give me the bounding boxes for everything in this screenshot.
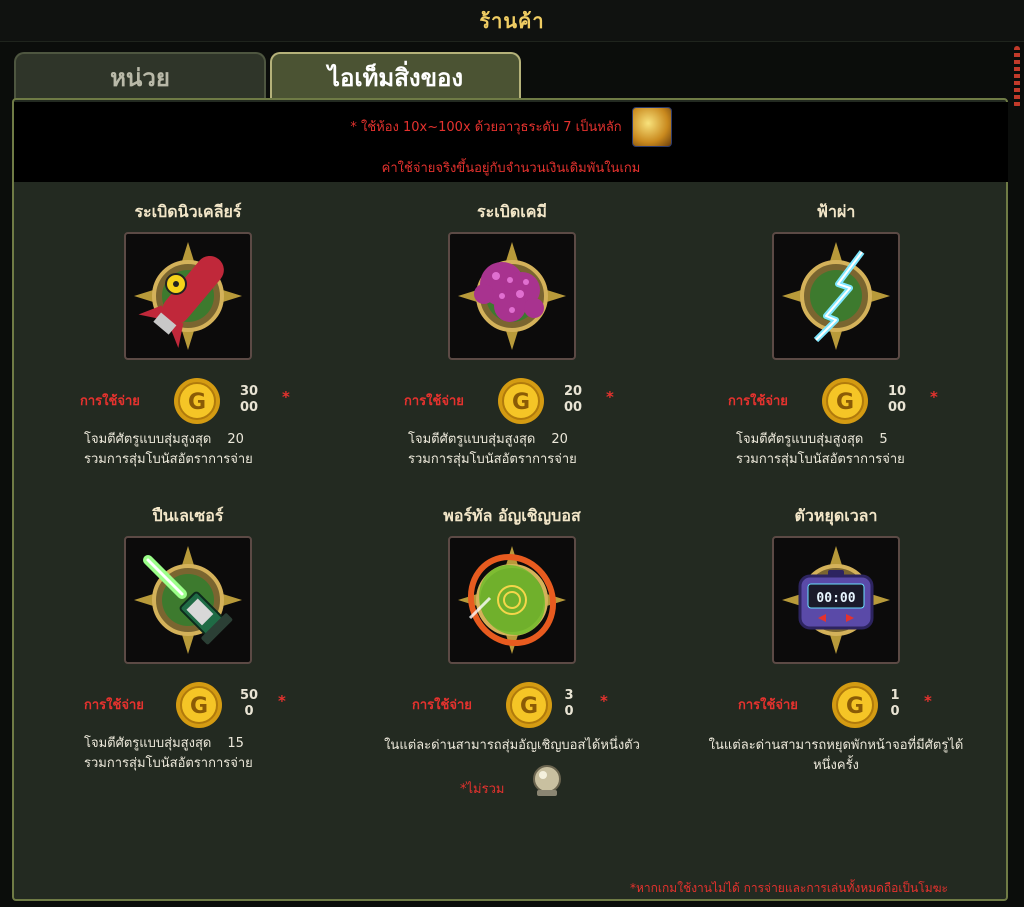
svg-text:G: G xyxy=(846,694,864,719)
tab-items[interactable]: ไอเท็มสิ่งของ xyxy=(270,52,521,100)
desc-line-1: โจมตีศัตรูแบบสุ่มสูงสุด xyxy=(408,432,536,447)
time-stopper-icon[interactable]: 00:00 xyxy=(772,536,900,664)
svg-text:G: G xyxy=(836,390,854,415)
item-description: โจมตีศัตรูแบบสุ่มสูงสุด 20 รวมการสุ่มโบนั… xyxy=(84,430,253,470)
title-bar: ร้านค้า xyxy=(0,0,1024,42)
desc-line-2: รวมการสุ่มโบนัสอัตราการจ่าย xyxy=(84,756,253,771)
nuke-missile-icon[interactable] xyxy=(124,232,252,360)
svg-text:G: G xyxy=(190,694,208,719)
cost-label: การใช้จ่าย xyxy=(404,394,464,409)
desc-line-1: โจมตีศัตรูแบบสุ่มสูงสุด xyxy=(84,432,212,447)
item-description: โจมตีศัตรูแบบสุ่มสูงสุด 15 รวมการสุ่มโบนั… xyxy=(84,734,253,774)
item-name: ตัวหยุดเวลา xyxy=(794,506,878,525)
laser-gun-icon[interactable] xyxy=(124,536,252,664)
svg-text:G: G xyxy=(520,694,538,719)
desc-line-1: ในแต่ละด่านสามารถสุ่มอัญเชิญบอสได้หนึ่งต… xyxy=(384,738,640,753)
item-name: ปืนเลเซอร์ xyxy=(152,506,224,525)
item-price: 2000 xyxy=(563,384,583,415)
notice-banner: * ใช้ห้อง 10x~100x ด้วยอาวุธระดับ 7 เป็น… xyxy=(14,102,1008,182)
notice-line-2: ค่าใช้จ่ายจริงขึ้นอยู่กับจำนวนเงินเดิมพั… xyxy=(381,160,641,176)
treasure-chest-icon xyxy=(631,106,672,147)
gold-coin-icon: G xyxy=(498,378,544,424)
max-targets: 15 xyxy=(227,736,244,751)
cost-label: การใช้จ่าย xyxy=(728,394,788,409)
desc-line-2: รวมการสุ่มโบนัสอัตราการจ่าย xyxy=(84,452,253,467)
timer-display: 00:00 xyxy=(816,591,855,606)
item-price: 30 xyxy=(564,688,574,719)
item-price: 500 xyxy=(239,688,259,719)
svg-text:G: G xyxy=(512,390,530,415)
window-title: ร้านค้า xyxy=(479,8,545,33)
item-name: ฟ้าผ่า xyxy=(816,202,856,221)
desc-line-1: โจมตีศัตรูแบบสุ่มสูงสุด xyxy=(84,736,212,751)
excluded-note: *ไม่รวม xyxy=(460,782,505,797)
gold-coin-icon: G xyxy=(832,682,878,728)
cost-label: การใช้จ่าย xyxy=(84,698,144,713)
item-name: พอร์ทัล อัญเชิญบอส xyxy=(443,506,581,525)
item-card-time-stopper[interactable]: ตัวหยุดเวลา 00:00 การใช้จ่าย G 10 * ในแต… xyxy=(686,504,986,804)
item-price: 10 xyxy=(890,688,900,719)
cost-label: การใช้จ่าย xyxy=(80,394,140,409)
gold-coin-icon: G xyxy=(176,682,222,728)
item-price: 3000 xyxy=(239,384,259,415)
notice-line-1: * ใช้ห้อง 10x~100x ด้วยอาวุธระดับ 7 เป็น… xyxy=(350,120,622,135)
tab-units[interactable]: หน่วย xyxy=(14,52,266,100)
price-note-star: * xyxy=(606,388,614,406)
cost-label: การใช้จ่าย xyxy=(412,698,472,713)
price-note-star: * xyxy=(600,692,608,710)
item-description: โจมตีศัตรูแบบสุ่มสูงสุด 20 รวมการสุ่มโบนั… xyxy=(408,430,577,470)
gold-coin-icon: G xyxy=(174,378,220,424)
svg-text:G: G xyxy=(188,390,206,415)
item-name: ระเบิดนิวเคลียร์ xyxy=(134,202,242,221)
desc-line-2: หนึ่งครั้ง xyxy=(813,758,859,773)
item-price: 1000 xyxy=(887,384,907,415)
max-targets: 20 xyxy=(551,432,568,447)
chemical-bomb-icon[interactable] xyxy=(448,232,576,360)
portal-icon[interactable] xyxy=(448,536,576,664)
item-card-chemical[interactable]: ระเบิดเคมี การใช้จ่าย G 2000 * โจมตีศัตร… xyxy=(362,200,662,500)
gold-coin-icon: G xyxy=(822,378,868,424)
max-targets: 5 xyxy=(879,432,888,447)
price-note-star: * xyxy=(282,388,290,406)
max-targets: 20 xyxy=(227,432,244,447)
desc-line-1: โจมตีศัตรูแบบสุ่มสูงสุด xyxy=(736,432,864,447)
footnote: *หากเกมใช้งานไม่ได้ การจ่ายและการเล่นทั้… xyxy=(630,881,948,895)
price-note-star: * xyxy=(924,692,932,710)
price-note-star: * xyxy=(930,388,938,406)
scrollbar[interactable] xyxy=(1014,46,1020,108)
cost-label: การใช้จ่าย xyxy=(738,698,798,713)
desc-line-2: รวมการสุ่มโบนัสอัตราการจ่าย xyxy=(736,452,905,467)
item-card-laser[interactable]: ปืนเลเซอร์ การใช้จ่าย G 500 * โจมตีศัตรู… xyxy=(38,504,338,804)
price-note-star: * xyxy=(278,692,286,710)
item-description: ในแต่ละด่านสามารถสุ่มอัญเชิญบอสได้หนึ่งต… xyxy=(362,736,662,756)
item-card-lightning[interactable]: ฟ้าผ่า การใช้จ่าย G 1000 * โจมตีศัตรูแบบ… xyxy=(686,200,986,500)
item-description: โจมตีศัตรูแบบสุ่มสูงสุด 5 รวมการสุ่มโบนัส… xyxy=(736,430,905,470)
lightning-icon[interactable] xyxy=(772,232,900,360)
item-name: ระเบิดเคมี xyxy=(477,202,547,221)
item-card-portal[interactable]: พอร์ทัล อัญเชิญบอส การใช้จ่าย G 30 * ในแ… xyxy=(362,504,662,804)
boss-orb-icon xyxy=(533,765,561,796)
desc-line-2: รวมการสุ่มโบนัสอัตราการจ่าย xyxy=(408,452,577,467)
item-description: ในแต่ละด่านสามารถหยุดพักหน้าจอที่มีศัตรู… xyxy=(686,736,986,776)
gold-coin-icon: G xyxy=(506,682,552,728)
item-card-nuke[interactable]: ระเบิดนิวเคลียร์ การใช้จ่าย G 3000 * โจม… xyxy=(38,200,338,500)
desc-line-1: ในแต่ละด่านสามารถหยุดพักหน้าจอที่มีศัตรู… xyxy=(708,738,964,753)
